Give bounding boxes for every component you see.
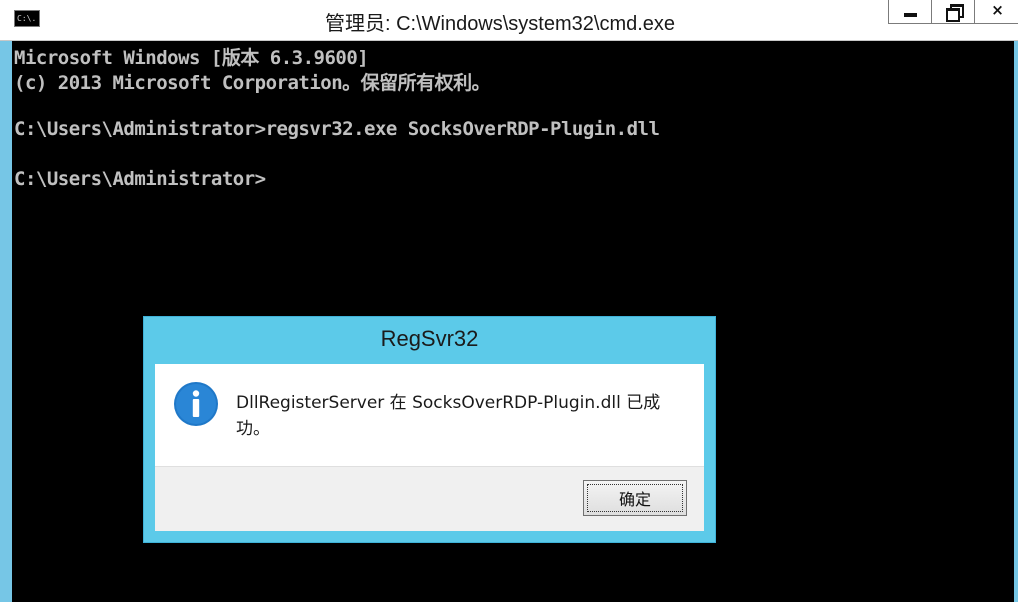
minimize-button[interactable] xyxy=(888,0,932,24)
regsvr32-dialog: RegSvr32 DllRegisterServer 在 SocksOverRD… xyxy=(143,316,716,543)
restore-icon-back xyxy=(946,8,960,22)
dialog-title: RegSvr32 xyxy=(380,326,479,351)
window-title: 管理员: C:\Windows\system32\cmd.exe xyxy=(324,13,676,35)
app-icon-text: C:\. xyxy=(17,14,37,23)
minimize-icon xyxy=(904,13,917,17)
restore-button[interactable] xyxy=(931,0,975,24)
dialog-body: DllRegisterServer 在 SocksOverRDP-Plugin.… xyxy=(155,364,704,531)
window-frame-left xyxy=(0,41,12,602)
dialog-message-area: DllRegisterServer 在 SocksOverRDP-Plugin.… xyxy=(155,364,704,467)
cmd-console-icon[interactable]: C:\. xyxy=(14,10,40,27)
info-icon xyxy=(174,382,218,426)
console-line-version: Microsoft Windows [版本 6.3.9600] xyxy=(14,47,369,69)
title-bar[interactable]: C:\. 管理员: C:\Windows\system32\cmd.exe × xyxy=(0,0,1018,41)
console-line-prompt: C:\Users\Administrator> xyxy=(14,168,266,190)
dialog-message: DllRegisterServer 在 SocksOverRDP-Plugin.… xyxy=(236,393,661,439)
console-line-copyright: (c) 2013 Microsoft Corporation。保留所有权利。 xyxy=(14,72,491,94)
ok-button-label: 确定 xyxy=(587,484,683,512)
ok-button[interactable]: 确定 xyxy=(583,480,687,516)
console-line-command: C:\Users\Administrator>regsvr32.exe Sock… xyxy=(14,118,660,140)
close-button[interactable]: × xyxy=(974,0,1018,24)
window-frame-right xyxy=(1014,41,1018,602)
close-icon: × xyxy=(991,1,1004,19)
